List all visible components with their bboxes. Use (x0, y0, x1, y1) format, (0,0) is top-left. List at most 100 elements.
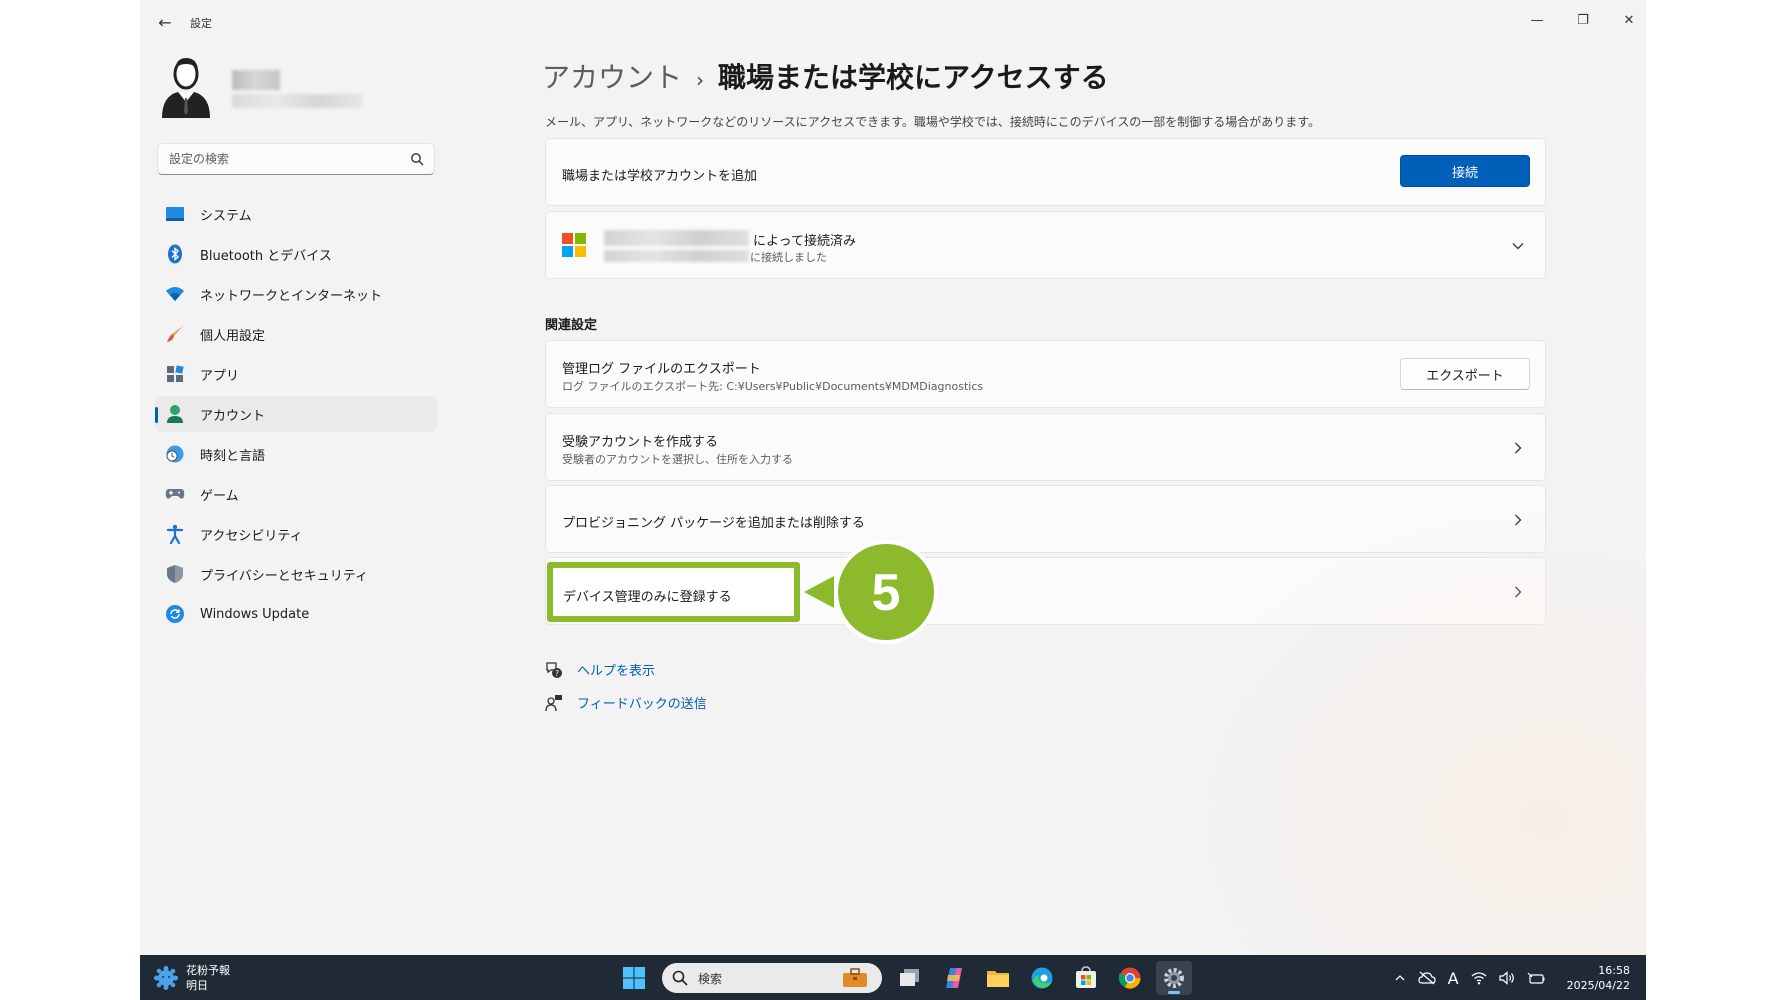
breadcrumb-separator: › (696, 68, 705, 92)
sidebar-item-label: システム (200, 208, 252, 224)
sidebar-item-privacy[interactable]: プライバシーとセキュリティ (155, 556, 437, 592)
maximize-button[interactable]: ❐ (1560, 6, 1606, 36)
clock-time: 16:58 (1598, 964, 1630, 977)
task-view-button[interactable] (892, 961, 928, 995)
connect-button[interactable]: 接続 (1400, 155, 1530, 187)
sidebar-item-windows-update[interactable]: Windows Update (155, 596, 437, 632)
export-logs-path: ログ ファイルのエクスポート先: C:¥Users¥Public¥Documen… (562, 380, 984, 393)
apps-icon (165, 364, 185, 384)
taskbar-apps: 検索 (612, 961, 1196, 995)
feedback-link[interactable]: フィードバックの送信 (577, 693, 707, 712)
copilot-icon (946, 968, 962, 988)
close-button[interactable]: ✕ (1606, 6, 1646, 36)
sidebar-item-label: ネットワークとインターネット (200, 288, 383, 304)
help-icon: ? (546, 661, 562, 678)
search-icon (672, 970, 688, 986)
wifi-icon (165, 284, 185, 304)
breadcrumb: アカウント › 職場または学校にアクセスする (542, 56, 1109, 96)
export-logs-card: 管理ログ ファイルのエクスポート ログ ファイルのエクスポート先: C:¥Use… (545, 340, 1546, 408)
provisioning-title: プロビジョニング パッケージを追加または削除する (562, 516, 865, 531)
connected-account-card[interactable]: によって接続済み に接続しました (545, 211, 1546, 279)
wifi-icon[interactable] (1471, 971, 1487, 985)
chevron-up-icon[interactable] (1394, 972, 1406, 984)
taskbar-search[interactable]: 検索 (662, 963, 882, 993)
sidebar-item-bluetooth[interactable]: Bluetooth とデバイス (155, 236, 437, 272)
clock-globe-icon (165, 444, 185, 464)
pollen-icon (154, 966, 178, 990)
back-button[interactable]: ← (154, 12, 176, 34)
app-title: 設定 (190, 17, 212, 30)
minimize-button[interactable]: — (1514, 6, 1560, 36)
account-icon (165, 404, 185, 424)
step-callout: 5 (804, 540, 938, 644)
taskbar: 花粉予報 明日 検索 A 16:58 2025/04/22 (140, 955, 1646, 1000)
sidebar-item-accounts[interactable]: アカウント (155, 396, 437, 432)
feedback-link-row[interactable]: フィードバックの送信 (545, 693, 707, 712)
onedrive-icon[interactable] (1418, 971, 1436, 985)
chevron-down-icon[interactable] (1511, 239, 1525, 253)
briefcase-icon (843, 968, 867, 987)
clock-date: 2025/04/22 (1566, 979, 1630, 992)
sidebar-item-personalization[interactable]: 個人用設定 (155, 316, 437, 352)
sidebar-item-gaming[interactable]: ゲーム (155, 476, 437, 512)
mdm-only-title: デバイス管理のみに登録する (563, 590, 732, 605)
sidebar-nav: システム Bluetooth とデバイス ネットワークとインターネット 個人用設… (155, 196, 437, 636)
export-button[interactable]: エクスポート (1400, 358, 1530, 390)
provisioning-card[interactable]: プロビジョニング パッケージを追加または削除する (545, 485, 1546, 553)
start-button[interactable] (616, 961, 652, 995)
step-number: 5 (872, 564, 901, 622)
weather-sub: 明日 (186, 979, 208, 992)
add-account-card: 職場または学校アカウントを追加 接続 (545, 138, 1546, 206)
settings-taskbar-button[interactable] (1156, 961, 1192, 995)
weather-text: 花粉予報 明日 (186, 963, 230, 993)
brush-icon (165, 324, 185, 344)
add-account-title: 職場または学校アカウントを追加 (562, 169, 758, 184)
sidebar-item-apps[interactable]: アプリ (155, 356, 437, 392)
sidebar-item-accessibility[interactable]: アクセシビリティ (155, 516, 437, 552)
sidebar-item-network[interactable]: ネットワークとインターネット (155, 276, 437, 312)
related-settings-header: 関連設定 (545, 318, 598, 333)
avatar (162, 58, 210, 118)
chevron-right-icon (1515, 514, 1522, 526)
gamepad-icon (165, 484, 185, 504)
breadcrumb-parent-link[interactable]: アカウント (542, 56, 682, 96)
volume-icon[interactable] (1498, 971, 1515, 985)
connected-account-title: によって接続済み (753, 234, 856, 249)
gear-icon (1164, 968, 1184, 988)
sidebar-item-system[interactable]: システム (155, 196, 437, 232)
system-icon (165, 204, 185, 224)
weather-widget[interactable]: 花粉予報 明日 (154, 963, 230, 993)
bluetooth-icon (165, 244, 185, 264)
copilot-button[interactable] (936, 961, 972, 995)
help-link[interactable]: ヘルプを表示 (577, 660, 655, 679)
feedback-icon (545, 694, 562, 711)
settings-window: ← 設定 — ❐ ✕ システム Bluet (140, 0, 1646, 1000)
shield-icon (165, 564, 185, 584)
battery-icon[interactable] (1527, 971, 1545, 985)
ime-indicator[interactable]: A (1448, 969, 1459, 988)
edge-button[interactable] (1024, 961, 1060, 995)
sidebar-item-time-language[interactable]: 時刻と言語 (155, 436, 437, 472)
search-input[interactable] (158, 144, 398, 174)
taskbar-search-label: 検索 (698, 971, 723, 986)
settings-search (157, 143, 435, 175)
account-domain-redacted (604, 230, 749, 246)
chrome-button[interactable] (1112, 961, 1148, 995)
clock[interactable]: 16:58 2025/04/22 (1567, 963, 1630, 993)
help-link-row[interactable]: ? ヘルプを表示 (545, 660, 655, 679)
store-button[interactable] (1068, 961, 1104, 995)
search-icon[interactable] (410, 152, 424, 166)
chrome-icon (1118, 967, 1141, 989)
export-logs-title: 管理ログ ファイルのエクスポート (562, 362, 761, 377)
sidebar-item-label: Windows Update (200, 606, 310, 622)
test-account-card[interactable]: 受験アカウントを作成する 受験者のアカウントを選択し、住所を入力する (545, 413, 1546, 481)
microsoft-logo-icon (562, 233, 586, 257)
mdm-only-highlight[interactable]: デバイス管理のみに登録する (547, 562, 800, 622)
sidebar-item-label: 時刻と言語 (200, 448, 266, 464)
sidebar-item-label: ゲーム (200, 488, 239, 504)
file-explorer-button[interactable] (980, 961, 1016, 995)
sidebar-item-label: プライバシーとセキュリティ (200, 568, 368, 584)
accessibility-icon (165, 524, 185, 544)
sidebar-item-label: アクセシビリティ (200, 528, 303, 544)
edge-icon (1031, 967, 1053, 989)
